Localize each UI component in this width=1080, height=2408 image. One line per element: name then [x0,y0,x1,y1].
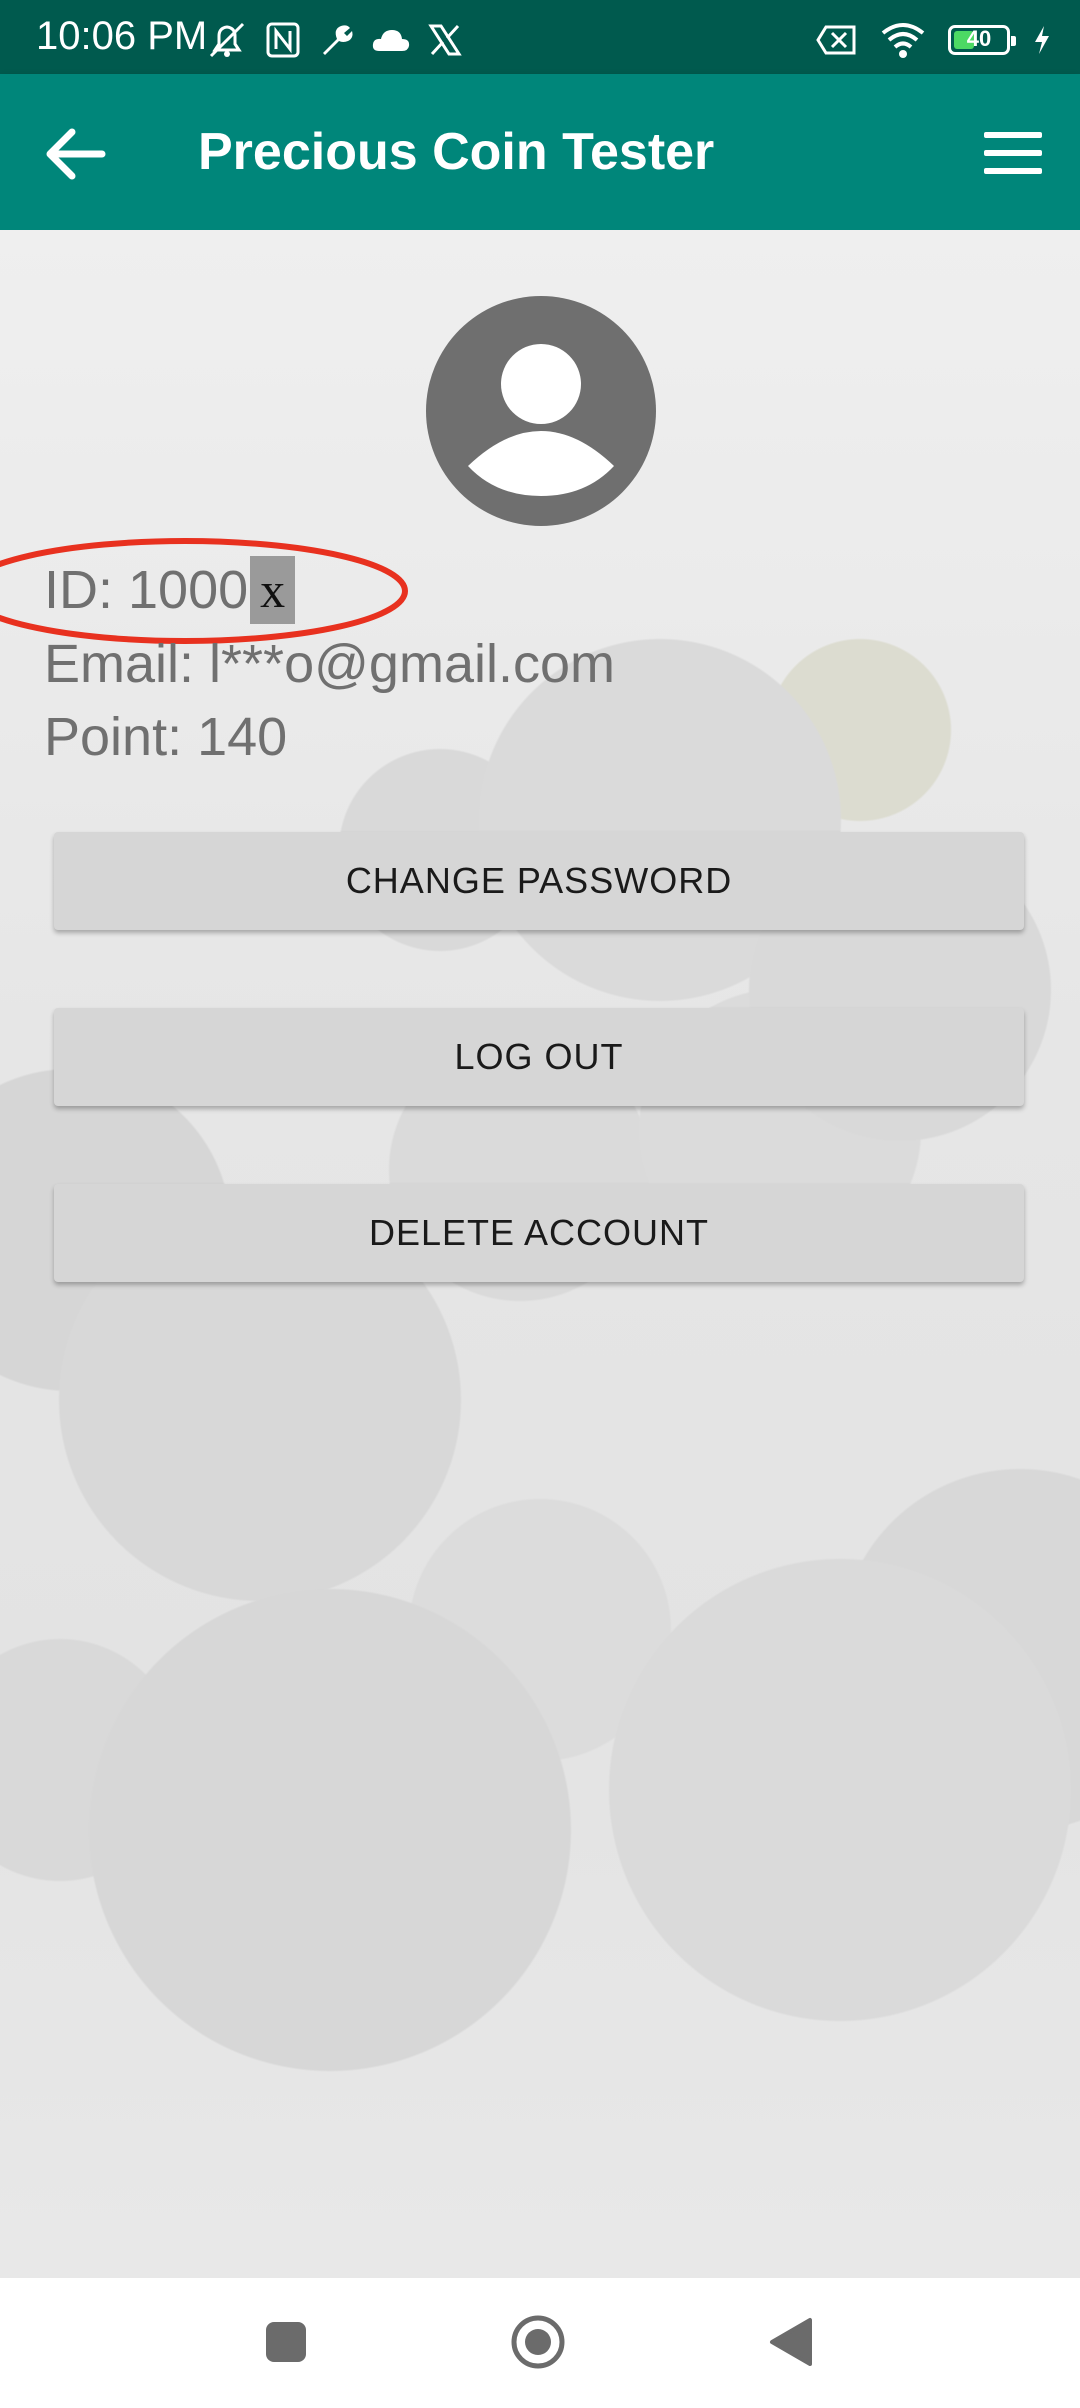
status-system-icons: 40 [816,20,1052,60]
cloud-icon [372,30,410,51]
status-bar: 10:06 PM 40 [0,0,1080,74]
no-sim-icon [816,25,856,55]
battery-level: 40 [966,26,992,51]
system-nav-bar [0,2278,1080,2408]
redacted-id-box: x [250,556,296,624]
delete-account-button[interactable]: DELETE ACCOUNT [54,1184,1024,1282]
home-circle-icon[interactable] [510,2314,566,2370]
user-points: Point: 140 [44,707,288,767]
x-logo-icon [428,24,462,56]
status-notification-icons [205,20,463,60]
arrow-back-icon[interactable] [44,126,108,182]
silent-bell-icon [209,22,245,58]
user-id-text: ID: 1000 [44,560,249,620]
nfc-icon [266,22,300,58]
user-id-line: ID: 1000 x [44,556,296,624]
battery-icon: 40 [948,25,1016,55]
user-email: Email: l***o@gmail.com [44,634,615,694]
log-out-button[interactable]: LOG OUT [54,1008,1024,1106]
app-bar: Precious Coin Tester [0,74,1080,230]
hamburger-menu-icon[interactable] [984,132,1042,178]
wrench-icon [323,25,353,55]
change-password-button[interactable]: CHANGE PASSWORD [54,832,1024,930]
back-triangle-icon[interactable] [768,2316,814,2368]
app-title: Precious Coin Tester [198,123,715,181]
recents-square-icon[interactable] [266,2322,306,2362]
account-circle-icon [426,296,656,526]
charging-bolt-icon [1035,26,1049,54]
wifi-icon [881,23,925,58]
status-time: 10:06 PM [36,14,208,58]
